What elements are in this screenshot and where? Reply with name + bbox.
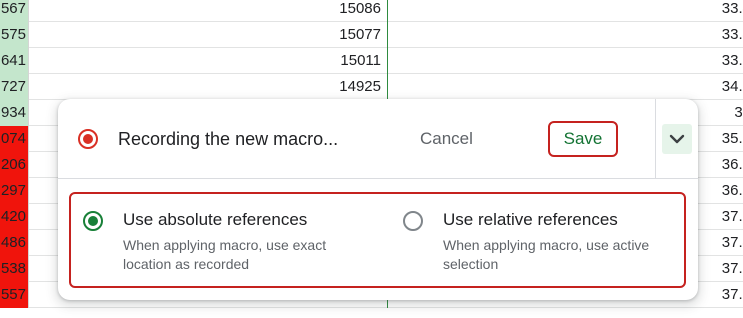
cell-col-a[interactable]: 538 bbox=[0, 256, 29, 282]
chevron-down-icon bbox=[669, 134, 685, 144]
cell-col-a[interactable]: 575 bbox=[0, 22, 29, 48]
option-title: Use absolute references bbox=[123, 210, 308, 229]
cell-value: 36.2 bbox=[721, 156, 743, 173]
cell-value: 37.1 bbox=[721, 208, 743, 225]
table-row: 56715086 33.4 bbox=[0, 0, 743, 22]
cell-col-a[interactable]: 420 bbox=[0, 204, 29, 230]
expand-toggle-button[interactable] bbox=[662, 124, 692, 154]
cell-col-b[interactable]: 15011 bbox=[29, 48, 388, 74]
cell-col-a[interactable]: 074 bbox=[0, 126, 29, 152]
cell-col-c[interactable]: 34.1 bbox=[388, 74, 743, 100]
reference-options-group: Use absolute references When applying ma… bbox=[69, 192, 686, 288]
cell-col-a[interactable]: 557 bbox=[0, 282, 29, 308]
option-relative-references[interactable]: Use relative references When applying ma… bbox=[391, 194, 691, 286]
cell-value: 33.7 bbox=[721, 52, 743, 69]
macro-panel-header: Recording the new macro... Cancel Save bbox=[58, 99, 698, 179]
cell-value: 33.4 bbox=[721, 0, 743, 17]
cell-value: 36.6 bbox=[721, 182, 743, 199]
macro-recording-panel: Recording the new macro... Cancel Save U… bbox=[58, 99, 698, 300]
recording-status-text: Recording the new macro... bbox=[118, 129, 339, 149]
option-description: When applying macro, use active selectio… bbox=[443, 237, 650, 272]
cell-col-c[interactable]: 33.4 bbox=[388, 22, 743, 48]
absolute-references-radio[interactable] bbox=[83, 211, 103, 231]
cell-col-b[interactable]: 14925 bbox=[29, 74, 388, 100]
record-dot-icon bbox=[78, 129, 98, 149]
cell-col-b[interactable]: 15077 bbox=[29, 22, 388, 48]
table-row: 57515077 33.4 bbox=[0, 22, 743, 48]
cell-value: 34.1 bbox=[721, 78, 743, 95]
cell-col-a[interactable]: 297 bbox=[0, 178, 29, 204]
cell-col-b[interactable]: 15086 bbox=[29, 0, 388, 22]
cell-col-a[interactable]: 206 bbox=[0, 152, 29, 178]
cancel-button[interactable]: Cancel bbox=[410, 123, 483, 155]
cell-col-a[interactable]: 486 bbox=[0, 230, 29, 256]
cell-col-a[interactable]: 567 bbox=[0, 0, 29, 22]
cell-col-a[interactable]: 641 bbox=[0, 48, 29, 74]
table-row: 64115011 33.7 bbox=[0, 48, 743, 74]
cell-value: 33.4 bbox=[721, 26, 743, 43]
table-row: 72714925 34.1 bbox=[0, 74, 743, 100]
save-button[interactable]: Save bbox=[548, 121, 618, 157]
cell-col-a[interactable]: 934 bbox=[0, 100, 29, 126]
cell-value: 35 bbox=[734, 104, 743, 121]
option-absolute-references[interactable]: Use absolute references When applying ma… bbox=[71, 194, 371, 286]
option-title: Use relative references bbox=[443, 210, 618, 229]
cell-value: 37.4 bbox=[721, 234, 743, 251]
cell-value: 37.6 bbox=[721, 260, 743, 277]
cell-value: 37.7 bbox=[721, 286, 743, 303]
header-divider bbox=[655, 99, 656, 179]
relative-references-radio[interactable] bbox=[403, 211, 423, 231]
option-description: When applying macro, use exact location … bbox=[123, 237, 327, 272]
cell-value: 35.6 bbox=[721, 130, 743, 147]
cell-col-a[interactable]: 727 bbox=[0, 74, 29, 100]
cell-col-c[interactable]: 33.7 bbox=[388, 48, 743, 74]
cell-col-c[interactable]: 33.4 bbox=[388, 0, 743, 22]
